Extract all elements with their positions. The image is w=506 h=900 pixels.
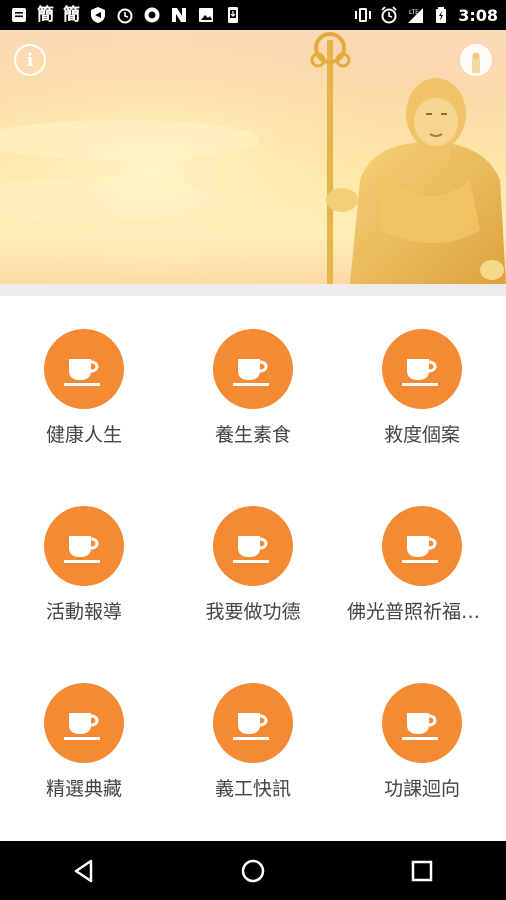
- back-button[interactable]: [64, 851, 104, 891]
- navigation-bar: [0, 841, 506, 900]
- menu-item-icon-circle: [44, 683, 124, 763]
- menu-item-label: 活動報導: [45, 601, 122, 623]
- menu-item-volunteer-news[interactable]: 義工快訊: [169, 650, 337, 826]
- battery-icon: [432, 6, 450, 24]
- menu-item-label: 健康人生: [45, 424, 122, 446]
- recents-icon: [411, 860, 432, 881]
- recents-button[interactable]: [402, 851, 442, 891]
- menu-item-icon-circle: [213, 329, 293, 409]
- menu-item-icon-circle: [382, 506, 462, 586]
- menu-item-label: 功課迴向: [383, 778, 460, 800]
- menu-item-merit[interactable]: 我要做功德: [169, 473, 337, 649]
- lte-signal-icon: LTE: [406, 6, 424, 24]
- menu-item-icon-circle: [382, 683, 462, 763]
- cup-icon: [402, 359, 438, 386]
- divider: [0, 284, 506, 296]
- menu-item-health[interactable]: 健康人生: [0, 296, 168, 472]
- menu-item-label: 精選典藏: [45, 778, 122, 800]
- status-char-2: 簡: [63, 5, 80, 25]
- menu-item-vegetarian[interactable]: 養生素食: [169, 296, 337, 472]
- statue-image: [0, 30, 506, 284]
- menu-item-events[interactable]: 活動報導: [0, 473, 168, 649]
- alarm-icon: [380, 6, 398, 24]
- info-button[interactable]: i: [14, 44, 46, 76]
- status-time: 3:08: [458, 5, 498, 25]
- menu-item-icon-circle: [213, 506, 293, 586]
- image-icon: [197, 6, 215, 24]
- menu-grid: 健康人生 養生素食 救度個案 活動報導 我要做功德 佛光普照祈福消災 精選典藏 …: [0, 296, 506, 841]
- cup-icon: [64, 713, 100, 740]
- menu-item-cases[interactable]: 救度個案: [338, 296, 506, 472]
- menu-item-label: 義工快訊: [214, 778, 291, 800]
- nfc-icon: [170, 6, 188, 24]
- person-icon: [463, 47, 489, 73]
- menu-item-collection[interactable]: 精選典藏: [0, 650, 168, 826]
- cup-icon: [64, 359, 100, 386]
- status-char-1: 簡: [37, 5, 54, 25]
- menu-item-dedication[interactable]: 功課迴向: [338, 650, 506, 826]
- back-icon: [75, 859, 93, 882]
- menu-item-icon-circle: [382, 329, 462, 409]
- cup-icon: [233, 359, 269, 386]
- menu-item-label: 救度個案: [383, 424, 460, 446]
- vpn-icon: [143, 6, 161, 24]
- shield-icon: [89, 6, 107, 24]
- message-icon: [10, 6, 28, 24]
- vibrate-icon: [354, 6, 372, 24]
- menu-item-icon-circle: [213, 683, 293, 763]
- menu-item-blessing[interactable]: 佛光普照祈福消災: [338, 473, 506, 649]
- menu-item-label: 養生素食: [214, 424, 291, 446]
- cup-icon: [233, 713, 269, 740]
- menu-item-label: 我要做功德: [205, 601, 301, 623]
- profile-button[interactable]: [460, 44, 492, 76]
- cup-icon: [402, 536, 438, 563]
- alarm-icon: [116, 6, 134, 24]
- cup-icon: [64, 536, 100, 563]
- cup-icon: [233, 536, 269, 563]
- download-icon: [224, 6, 242, 24]
- status-bar: 簡 簡 LTE 3:08: [0, 0, 506, 30]
- info-icon: i: [26, 49, 34, 71]
- home-icon: [241, 859, 265, 882]
- cup-icon: [402, 713, 438, 740]
- home-button[interactable]: [233, 851, 273, 891]
- svg-text:LTE: LTE: [409, 9, 419, 16]
- menu-item-icon-circle: [44, 329, 124, 409]
- menu-item-icon-circle: [44, 506, 124, 586]
- banner: i: [0, 30, 506, 284]
- menu-item-label: 佛光普照祈福消災: [347, 601, 497, 623]
